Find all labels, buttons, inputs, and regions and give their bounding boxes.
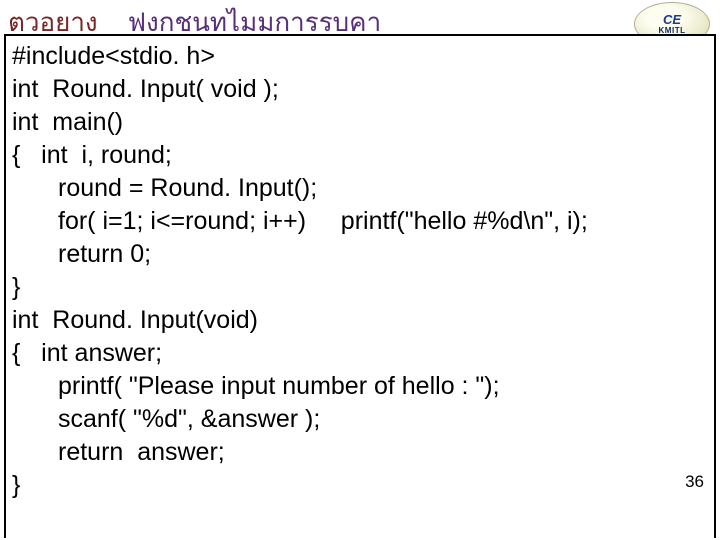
code-line: return answer; xyxy=(12,436,708,469)
code-line: printf( "Please input number of hello : … xyxy=(12,370,708,403)
code-line: int Round. Input(void) xyxy=(12,304,708,337)
page-number: 36 xyxy=(685,472,704,492)
code-line: return 0; xyxy=(12,238,708,271)
code-line: round = Round. Input(); xyxy=(12,172,708,205)
code-line: #include<stdio. h> xyxy=(12,40,708,73)
code-line: int Round. Input( void ); xyxy=(12,73,708,106)
code-line: } xyxy=(12,271,708,304)
code-line: { int answer; xyxy=(12,337,708,370)
code-line: scanf( "%d", &answer ); xyxy=(12,403,708,436)
code-line: { int i, round; xyxy=(12,139,708,172)
code-line: int main() xyxy=(12,106,708,139)
code-line: for( i=1; i<=round; i++) printf("hello #… xyxy=(12,205,708,238)
logo-text-top: CE xyxy=(663,13,681,26)
slide-header: ตวอยาง ฟงกชนทไมมการรบคา CE KMITL xyxy=(0,0,720,34)
code-box: #include<stdio. h> int Round. Input( voi… xyxy=(4,34,716,538)
code-line: } xyxy=(12,469,708,502)
code-seg: for( i=1; i<=round; i++) xyxy=(58,207,306,235)
code-seg: printf("hello #%d\n", i); xyxy=(341,207,588,235)
